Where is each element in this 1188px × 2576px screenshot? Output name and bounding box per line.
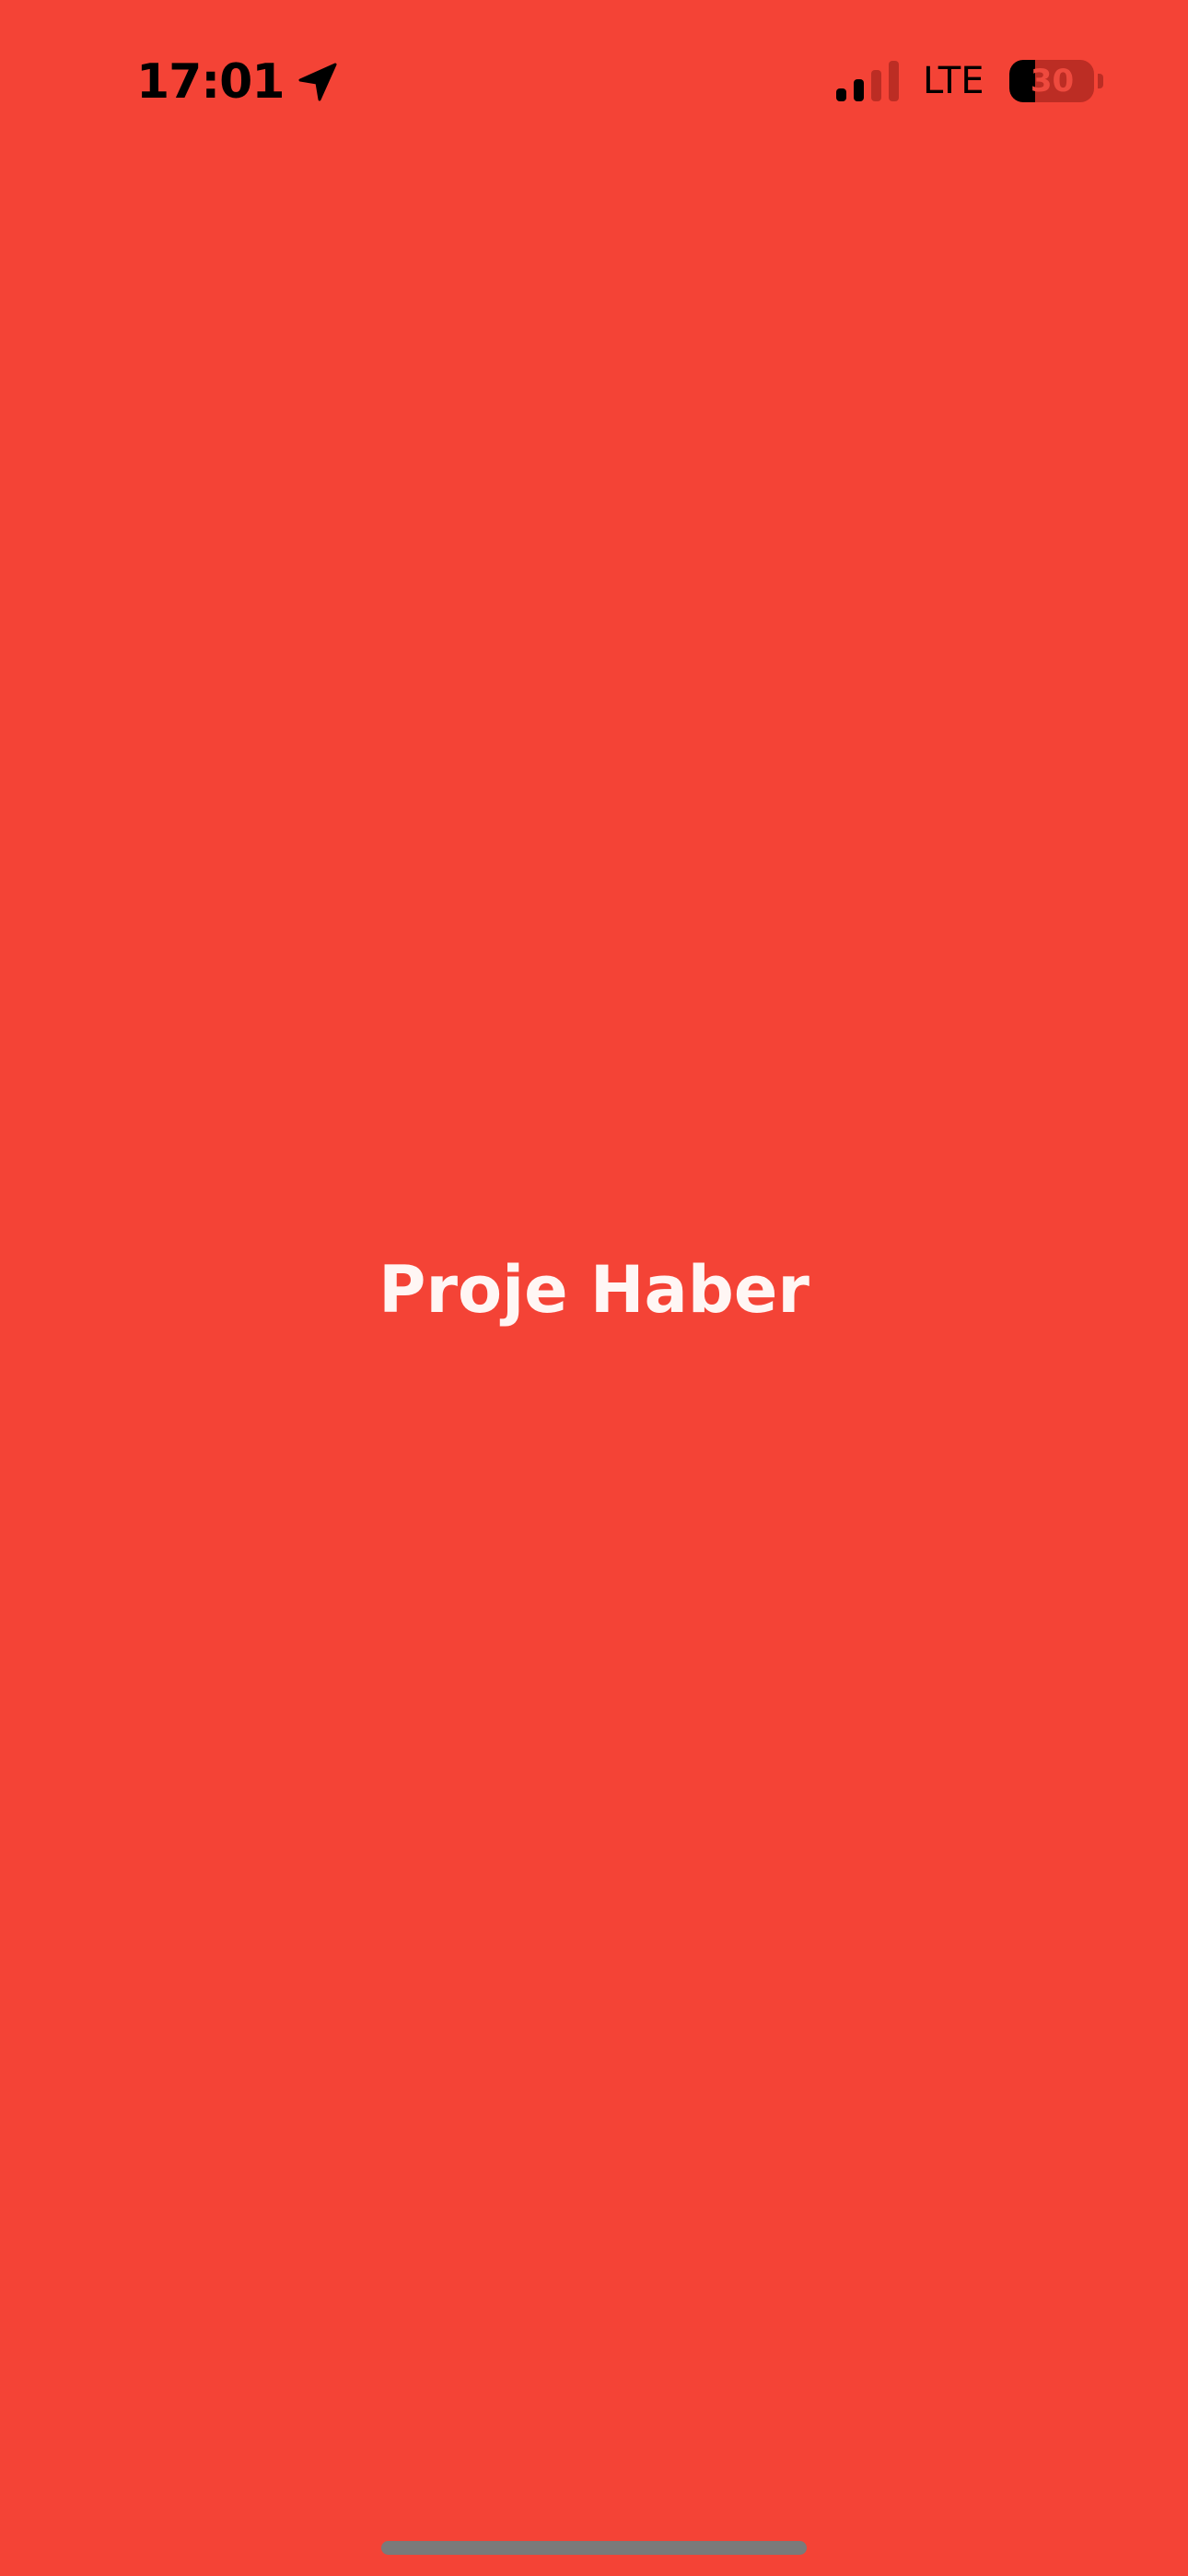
battery-level-label: 30 bbox=[1030, 63, 1075, 100]
battery-icon: 30 bbox=[1009, 60, 1095, 102]
signal-bar bbox=[854, 79, 864, 101]
battery-cap bbox=[1098, 74, 1104, 88]
signal-bar bbox=[836, 88, 846, 101]
app-title: Proje Haber bbox=[379, 1252, 809, 1328]
location-arrow-icon bbox=[297, 62, 338, 102]
cellular-signal-icon bbox=[836, 59, 899, 103]
status-time: 17:01 bbox=[136, 54, 285, 110]
status-indicators: LTE 30 bbox=[836, 55, 1104, 107]
signal-bar bbox=[871, 70, 881, 101]
splash-screen: 17:01 LTE 30 Proje Haber bbox=[0, 0, 1188, 2576]
signal-bar bbox=[889, 61, 899, 101]
network-type-label: LTE bbox=[923, 60, 984, 102]
status-time-group: 17:01 bbox=[136, 53, 338, 111]
home-indicator[interactable] bbox=[381, 2541, 807, 2555]
status-bar: 17:01 LTE 30 bbox=[0, 0, 1188, 161]
